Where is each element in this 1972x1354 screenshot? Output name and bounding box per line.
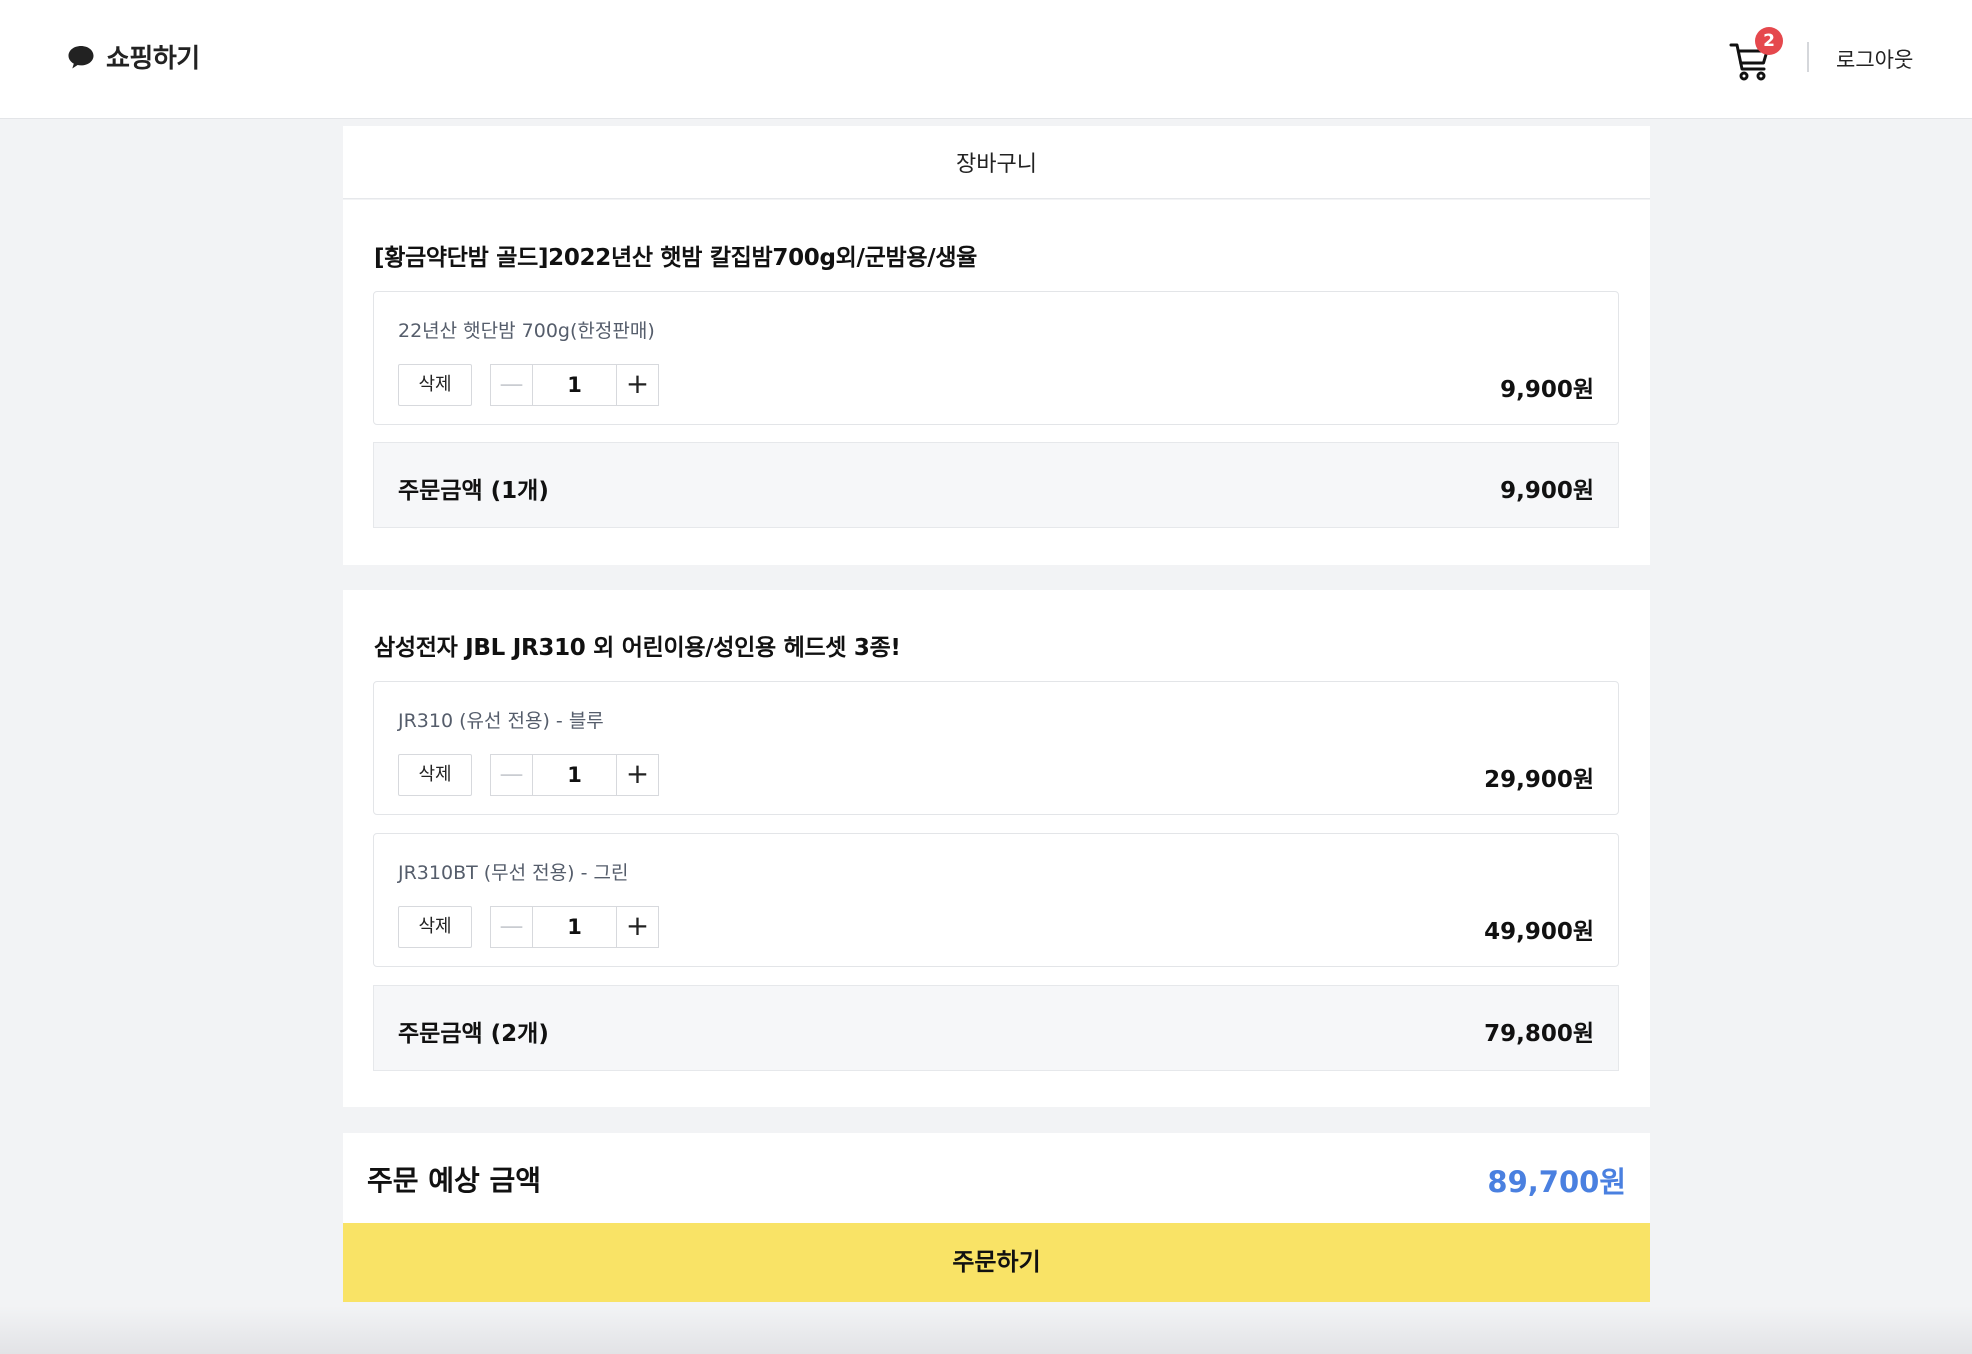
quantity-stepper: — 1 + — [490, 906, 659, 948]
summary-label: 주문 예상 금액 — [367, 1164, 542, 1197]
speech-bubble-icon — [68, 45, 94, 68]
increase-button[interactable]: + — [616, 907, 658, 947]
decrease-button[interactable]: — — [491, 365, 533, 405]
header-divider — [1807, 42, 1809, 72]
cart-group: [황금약단밤 골드]2022년산 햇밤 칼집밤700g외/군밤용/생율 22년산… — [343, 200, 1650, 565]
subtotal-label: 주문금액 (1개) — [398, 478, 549, 504]
subtotal-label: 주문금액 (2개) — [398, 1021, 549, 1047]
quantity-stepper: — 1 + — [490, 364, 659, 406]
summary-total: 89,700원 — [1487, 1165, 1626, 1199]
option-item: 22년산 햇단밤 700g(한정판매) 삭제 — 1 + 9,900원 — [373, 291, 1619, 425]
increase-button[interactable]: + — [616, 755, 658, 795]
quantity-value[interactable]: 1 — [533, 365, 616, 405]
option-item: JR310 (유선 전용) - 블루 삭제 — 1 + 29,900원 — [373, 681, 1619, 815]
logout-link[interactable]: 로그아웃 — [1836, 44, 1913, 74]
decrease-button[interactable]: — — [491, 755, 533, 795]
quantity-value[interactable]: 1 — [533, 907, 616, 947]
option-name: JR310 (유선 전용) - 블루 — [398, 710, 604, 732]
quantity-value[interactable]: 1 — [533, 755, 616, 795]
increase-button[interactable]: + — [616, 365, 658, 405]
delete-button[interactable]: 삭제 — [398, 754, 472, 796]
cart-title: 장바구니 — [343, 126, 1650, 199]
delete-button[interactable]: 삭제 — [398, 906, 472, 948]
subtotal-value: 9,900원 — [1500, 478, 1594, 504]
order-summary: 주문 예상 금액 89,700원 — [343, 1133, 1650, 1223]
product-title[interactable]: 삼성전자 JBL JR310 외 어린이용/성인용 헤드셋 3종! — [374, 628, 901, 662]
subtotal-row: 주문금액 (1개) 9,900원 — [373, 442, 1619, 528]
page-bottom-shade — [0, 1306, 1972, 1354]
delete-button[interactable]: 삭제 — [398, 364, 472, 406]
decrease-button[interactable]: — — [491, 907, 533, 947]
option-name: 22년산 햇단밤 700g(한정판매) — [398, 320, 655, 342]
product-title[interactable]: [황금약단밤 골드]2022년산 햇밤 칼집밤700g외/군밤용/생율 — [374, 238, 977, 272]
subtotal-row: 주문금액 (2개) 79,800원 — [373, 985, 1619, 1071]
cart-count-badge: 2 — [1755, 27, 1783, 55]
option-name: JR310BT (무선 전용) - 그린 — [398, 862, 629, 884]
option-price: 49,900원 — [1484, 919, 1594, 945]
option-price: 29,900원 — [1484, 767, 1594, 793]
logo[interactable]: 쇼핑하기 — [66, 38, 200, 75]
option-item: JR310BT (무선 전용) - 그린 삭제 — 1 + 49,900원 — [373, 833, 1619, 967]
option-price: 9,900원 — [1500, 377, 1594, 403]
order-button[interactable]: 주문하기 — [343, 1223, 1650, 1302]
subtotal-value: 79,800원 — [1484, 1021, 1594, 1047]
top-header: 쇼핑하기 2 로그아웃 — [0, 0, 1972, 119]
cart-group: 삼성전자 JBL JR310 외 어린이용/성인용 헤드셋 3종! JR310 … — [343, 590, 1650, 1107]
logo-text: 쇼핑하기 — [106, 44, 200, 74]
quantity-stepper: — 1 + — [490, 754, 659, 796]
